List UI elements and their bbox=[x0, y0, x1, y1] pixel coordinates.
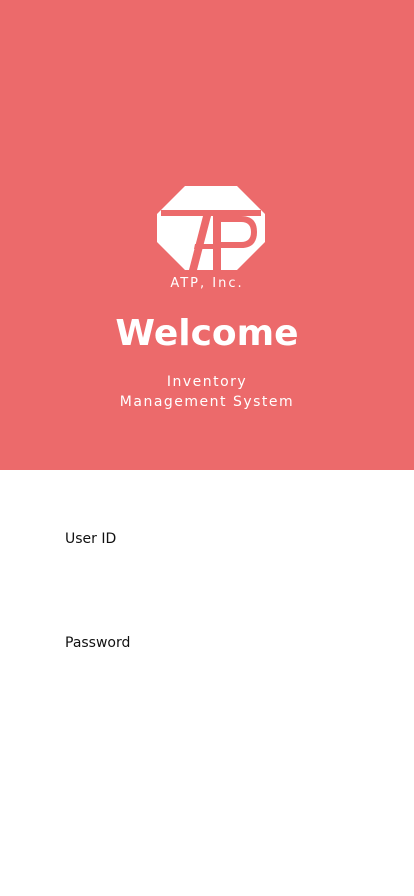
app-subtitle: Inventory Management System bbox=[0, 372, 414, 412]
user-id-field: User ID bbox=[65, 530, 349, 594]
password-field: Password bbox=[65, 634, 349, 698]
password-label: Password bbox=[65, 635, 131, 651]
company-name: ATP, Inc. bbox=[170, 276, 244, 291]
user-id-label: User ID bbox=[65, 531, 117, 547]
atp-logo-icon bbox=[157, 186, 265, 270]
welcome-header: ATP, Inc. Welcome Inventory Management S… bbox=[0, 0, 414, 470]
login-screen: ATP, Inc. Welcome Inventory Management S… bbox=[0, 0, 414, 896]
subtitle-line-1: Inventory bbox=[166, 374, 248, 390]
welcome-title: Welcome bbox=[115, 313, 299, 354]
user-id-input[interactable] bbox=[65, 558, 349, 594]
subtitle-line-2: Management System bbox=[119, 394, 295, 410]
password-input[interactable] bbox=[65, 662, 349, 698]
